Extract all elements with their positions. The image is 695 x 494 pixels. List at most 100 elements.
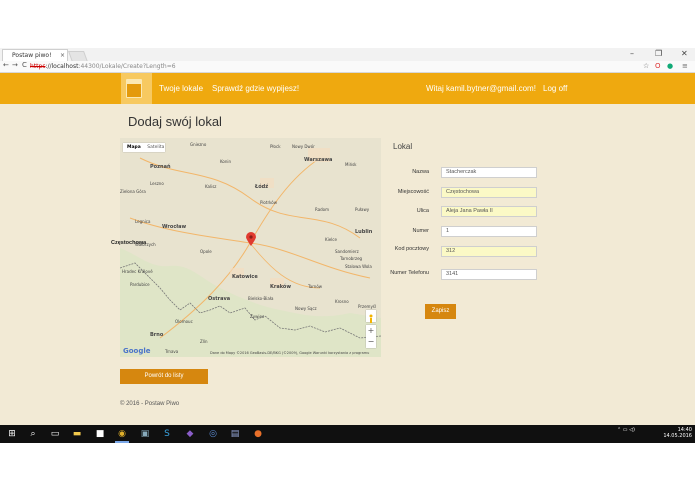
numer-telefonu-input[interactable]: 3141 <box>441 269 537 280</box>
svg-text:Olomouc: Olomouc <box>175 319 193 324</box>
svg-text:Radom: Radom <box>315 207 329 212</box>
label-miejscowosc: Miejscowość <box>397 189 429 195</box>
svg-text:Łódź: Łódź <box>254 183 268 190</box>
zoom-control: + − <box>366 325 376 348</box>
svg-text:Warszawa: Warszawa <box>304 157 332 163</box>
maximize-icon[interactable]: ❐ <box>655 49 662 58</box>
svg-text:Zielona Góra: Zielona Góra <box>120 189 146 194</box>
store-icon[interactable]: ■ <box>94 428 106 440</box>
footer: © 2016 - Postaw Piwo <box>120 401 180 407</box>
nazwa-input[interactable]: Stacherczak <box>441 167 537 178</box>
kod-pocztowy-input[interactable]: 312 <box>441 246 537 257</box>
map-marker-icon[interactable] <box>246 232 256 246</box>
svg-text:Leszno: Leszno <box>150 181 164 186</box>
tab-title: Postaw piwo! <box>12 52 52 59</box>
nav-my-places-link[interactable]: Twoje lokale <box>159 84 203 93</box>
reload-icon[interactable]: C <box>22 61 27 69</box>
svg-text:Wrocław: Wrocław <box>162 224 187 230</box>
svg-text:Nowy Dwór: Nowy Dwór <box>292 144 315 149</box>
svg-text:Poznań: Poznań <box>150 163 171 170</box>
nav-find-link[interactable]: Sprawdź gdzie wypijesz! <box>212 84 299 93</box>
ulica-input[interactable]: Aleja Jana Pawła II <box>441 206 537 217</box>
svg-text:Tarnobrzeg: Tarnobrzeg <box>339 256 363 261</box>
svg-text:Stalowa Wola: Stalowa Wola <box>345 264 372 269</box>
map-attribution[interactable]: Dane do Mapy ©2016 GeoBasis-DE/BKG (©200… <box>210 351 369 355</box>
miejscowosc-input[interactable]: Częstochowa <box>441 187 537 198</box>
file-explorer-icon[interactable]: ▬ <box>71 428 83 440</box>
street-view-icon[interactable] <box>366 310 376 323</box>
svg-text:Trnava: Trnava <box>164 349 179 354</box>
marker-city-label: Częstochowa <box>111 240 147 246</box>
label-kod-pocztowy: Kod pocztowy <box>394 246 429 252</box>
close-window-icon[interactable]: ✕ <box>681 49 688 58</box>
app-circle-icon[interactable]: ◎ <box>207 428 219 440</box>
url-path: :44300/Lokale/Create?Length=6 <box>78 63 176 70</box>
zoom-in-button[interactable]: + <box>366 325 376 336</box>
label-nazwa: Nazwa <box>412 169 429 175</box>
logoff-link[interactable]: Log off <box>543 84 567 93</box>
zoom-out-button[interactable]: − <box>366 336 376 347</box>
svg-text:Sandomierz: Sandomierz <box>335 249 359 254</box>
map-type-satellite-tab[interactable]: Satelita <box>142 145 164 150</box>
svg-text:Katowice: Katowice <box>232 274 258 280</box>
svg-text:Legnica: Legnica <box>135 219 151 224</box>
tab-close-icon[interactable]: × <box>60 50 65 61</box>
map[interactable]: Gniezno Nowy Dwór Warszawa Poznań Konin … <box>120 138 381 357</box>
svg-text:Hradec Králové: Hradec Králové <box>122 269 153 274</box>
user-greeting-link[interactable]: Witaj kamil.bytner@gmail.com! <box>426 84 536 93</box>
url-input[interactable]: https://localhost:44300/Lokale/Create?Le… <box>30 62 610 71</box>
svg-text:Kielce: Kielce <box>325 237 338 242</box>
svg-text:Zlín: Zlín <box>200 339 208 344</box>
star-icon[interactable]: ☆ <box>643 62 649 70</box>
svg-text:Przemyśl: Przemyśl <box>358 304 376 309</box>
back-icon[interactable]: ← <box>3 61 9 69</box>
back-to-list-button[interactable]: Powrót do listy <box>120 369 208 384</box>
svg-text:Tarnów: Tarnów <box>307 284 323 289</box>
svg-text:Gniezno: Gniezno <box>190 142 207 147</box>
browser-tab[interactable]: Postaw piwo! × <box>2 49 68 61</box>
chrome-active-indicator <box>115 441 129 443</box>
minimize-icon[interactable]: – <box>630 49 634 58</box>
forward-icon[interactable]: → <box>12 61 18 69</box>
extension-icon[interactable]: ● <box>667 62 673 70</box>
url-host: ://localhost <box>45 63 79 70</box>
clock-date: 14.05.2016 <box>663 433 692 439</box>
map-canvas: Gniezno Nowy Dwór Warszawa Poznań Konin … <box>120 138 381 357</box>
clock[interactable]: 14:40 14.05.2016 <box>658 427 692 439</box>
map-type-switch: Mapa Satelita <box>123 143 165 152</box>
save-button[interactable]: Zapisz <box>425 304 456 319</box>
windows-start-icon[interactable]: ⊞ <box>6 428 18 440</box>
form-title: Lokal <box>393 142 413 151</box>
firefox-icon[interactable]: ● <box>252 428 264 440</box>
svg-text:Ostrava: Ostrava <box>208 296 230 302</box>
map-type-map-tab[interactable]: Mapa <box>123 145 141 150</box>
opera-icon[interactable]: O <box>655 62 661 70</box>
browser-titlebar <box>0 48 695 61</box>
svg-text:Mińsk: Mińsk <box>345 162 357 167</box>
svg-text:Bielsko-Biała: Bielsko-Biała <box>248 296 274 301</box>
svg-text:Brno: Brno <box>150 332 164 338</box>
navbar <box>0 73 695 104</box>
svg-text:Nowy Sącz: Nowy Sącz <box>295 306 317 311</box>
chrome-icon[interactable]: ◉ <box>116 428 128 440</box>
svg-text:Żywiec: Żywiec <box>250 314 264 319</box>
tray-icons[interactable]: ⌃ ▭ ◁) <box>617 427 635 433</box>
svg-text:Kalisz: Kalisz <box>205 184 216 189</box>
svg-text:Krosno: Krosno <box>335 299 349 304</box>
numer-input[interactable]: 1 <box>441 226 537 237</box>
svg-text:Konin: Konin <box>220 159 232 164</box>
svg-text:Piotrków: Piotrków <box>260 200 278 205</box>
label-ulica: Ulica <box>416 208 429 214</box>
skype-icon[interactable]: S <box>161 428 173 440</box>
url-scheme: https <box>30 63 46 70</box>
menu-icon[interactable]: ≡ <box>682 62 688 70</box>
svg-text:Opole: Opole <box>200 249 212 254</box>
notes-icon[interactable]: ▤ <box>229 428 241 440</box>
visual-studio-icon[interactable]: ◆ <box>184 428 196 440</box>
search-icon[interactable]: ⌕ <box>27 428 39 440</box>
beer-icon <box>127 84 141 97</box>
app-icon[interactable]: ▣ <box>139 428 151 440</box>
label-numer: Numer <box>412 228 429 234</box>
task-view-icon[interactable]: ▭ <box>49 428 61 440</box>
svg-text:Puławy: Puławy <box>355 207 370 212</box>
